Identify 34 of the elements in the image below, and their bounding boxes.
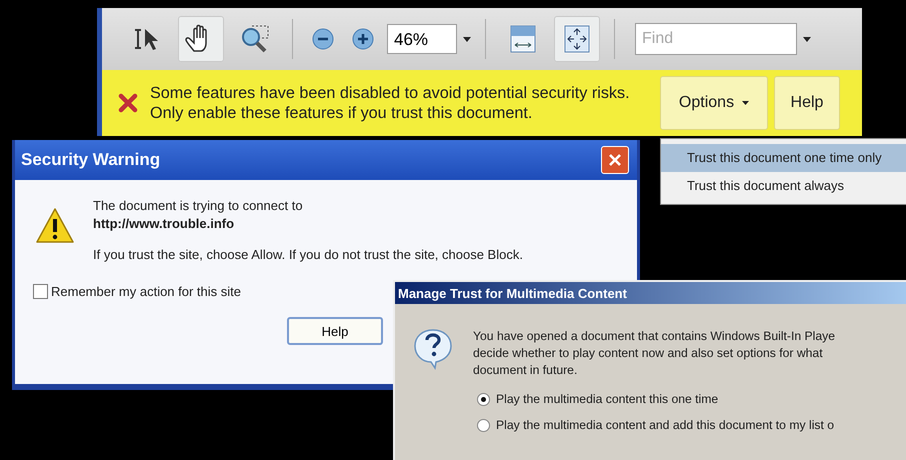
radio-button[interactable]	[477, 392, 490, 406]
hand-tool-button[interactable]	[178, 16, 224, 62]
menu-item[interactable]: Trust this document one time only	[661, 144, 906, 172]
question-icon	[413, 328, 453, 370]
fit-width-icon	[509, 24, 537, 54]
close-icon	[608, 153, 622, 167]
caret-icon	[742, 101, 750, 105]
zoom-field[interactable]: 46%	[387, 24, 457, 54]
error-x-icon	[118, 93, 138, 113]
menu-item[interactable]: Trust this document always	[661, 172, 906, 200]
dialog-message: You have opened a document that contains Windows Built-In Playe decide whether to play content now and also set options for what document in future.	[473, 328, 836, 379]
help-button[interactable]: Help	[774, 76, 840, 130]
options-button[interactable]: Options	[660, 76, 768, 130]
plus-icon	[351, 27, 375, 51]
instruction-text: If you trust the site, choose Allow. If you do not trust the site, choose Block.	[93, 247, 523, 262]
security-message: Some features have been disabled to avoid potential security risks. Only enable these features if you trust this document.	[150, 83, 631, 123]
radio-label: Play the multimedia content and add this document to my list o	[496, 418, 834, 432]
radio-button[interactable]	[477, 418, 490, 432]
dropdown-arrow-icon[interactable]	[803, 36, 811, 42]
checkbox-label: Remember my action for this site	[51, 284, 242, 299]
radio-label: Play the multimedia content this one time	[496, 392, 718, 406]
url-text: http://www.trouble.info	[93, 216, 236, 231]
checkbox[interactable]	[33, 284, 48, 299]
dropdown-arrow-icon[interactable]	[463, 36, 471, 42]
find-field[interactable]: Find	[635, 23, 797, 55]
window-title: Security Warning	[21, 150, 160, 170]
warning-icon	[35, 206, 75, 246]
minus-icon	[311, 27, 335, 51]
fit-page-button[interactable]	[554, 16, 600, 62]
help-button[interactable]: Help	[287, 317, 383, 345]
window-title: Manage Trust for Multimedia Content	[398, 286, 627, 300]
close-button[interactable]	[601, 146, 629, 174]
fit-page-icon	[563, 24, 591, 54]
warning-message: The document is trying to connect to	[93, 198, 304, 213]
